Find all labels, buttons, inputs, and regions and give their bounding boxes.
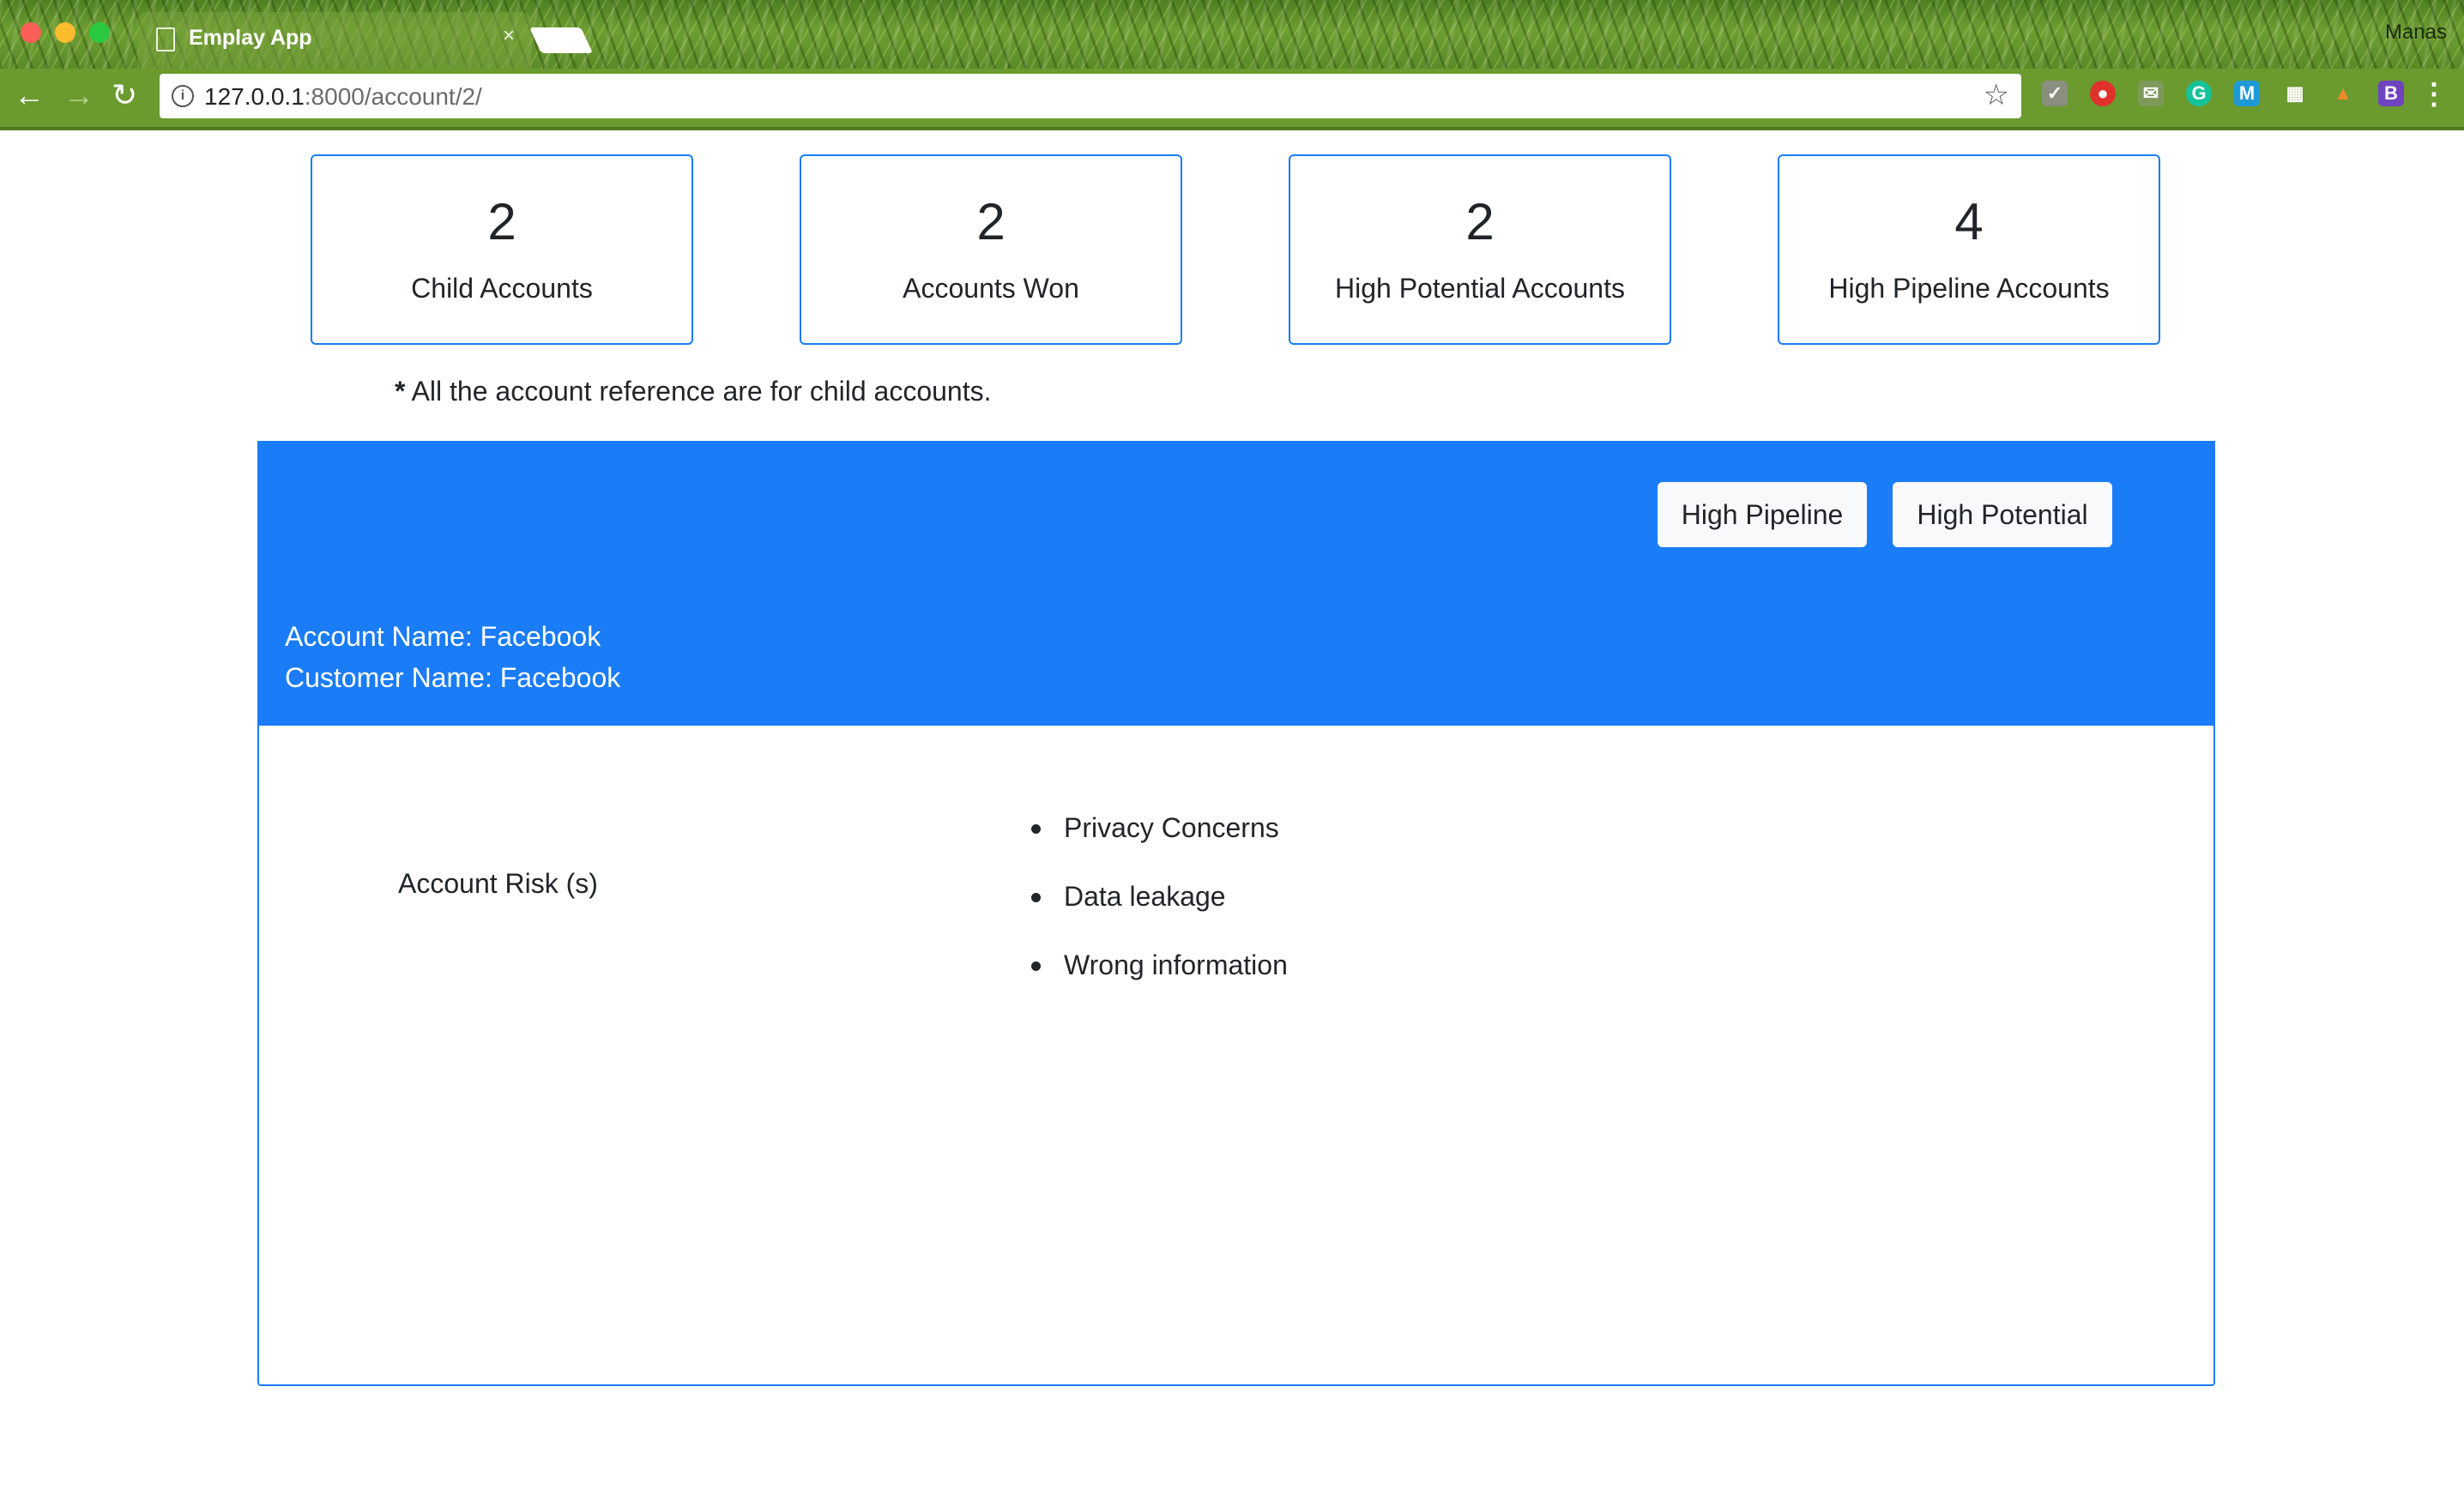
account-risk-label: Account Risk (s) [398, 868, 598, 899]
customer-name: Customer Name: Facebook [285, 662, 621, 693]
stat-label: High Pipeline Accounts [1828, 273, 2110, 304]
back-arrow-icon[interactable]: ← [14, 77, 45, 113]
risk-item: Privacy Concerns [1031, 811, 1288, 880]
stat-card-high-pipeline: 4 High Pipeline Accounts [1778, 154, 2160, 345]
stat-card-high-potential: 2 High Potential Accounts [1289, 154, 1671, 345]
browser-toolbar: ← → ↻ i 127.0.0.1:8000/account/2/ ☆ ✓ ● … [0, 69, 2464, 130]
grammarly-icon[interactable]: G [2186, 81, 2212, 106]
close-tab-icon[interactable]: × [503, 24, 515, 48]
high-pipeline-button[interactable]: High Pipeline [1658, 482, 1867, 547]
fox-icon[interactable]: ▲ [2330, 81, 2356, 106]
child-accounts-note: * All the account reference are for chil… [395, 376, 992, 407]
note-text: All the account reference are for child … [405, 376, 992, 407]
stat-card-accounts-won: 2 Accounts Won [800, 154, 1182, 345]
stat-label: High Potential Accounts [1335, 273, 1625, 304]
account-name: Account Name: Facebook [285, 621, 601, 652]
account-risk-panel: Account Risk (s) Privacy Concerns Data l… [257, 726, 2215, 1386]
address-bar[interactable]: i 127.0.0.1:8000/account/2/ ☆ [160, 74, 2021, 118]
mail-icon[interactable]: ✉ [2138, 81, 2164, 106]
profile-name[interactable]: Manas [2385, 21, 2447, 45]
document-icon [156, 27, 175, 51]
url-path: :8000/account/2/ [304, 83, 482, 110]
account-header: High Pipeline High Potential Account Nam… [257, 441, 2215, 727]
risk-list: Privacy Concerns Data leakage Wrong info… [1031, 811, 1288, 1017]
note-asterisk: * [395, 376, 406, 407]
browser-tab[interactable]: Emplay App × [137, 12, 532, 69]
stat-label: Child Accounts [411, 273, 593, 304]
url-text[interactable]: 127.0.0.1:8000/account/2/ [204, 83, 482, 111]
ublock-icon[interactable]: ● [2090, 81, 2116, 106]
info-icon[interactable]: i [172, 85, 194, 107]
pocket-icon[interactable]: ✓ [2042, 81, 2068, 106]
stat-value: 4 [1954, 193, 1984, 250]
stat-label: Accounts Won [903, 273, 1079, 304]
maximize-window-button[interactable] [89, 22, 110, 43]
forward-arrow-icon[interactable]: → [63, 77, 94, 113]
high-potential-button[interactable]: High Potential [1893, 482, 2112, 547]
url-host: 127.0.0.1 [204, 83, 305, 110]
reload-icon[interactable]: ↻ [112, 77, 137, 113]
stat-card-child-accounts: 2 Child Accounts [311, 154, 693, 345]
stat-value: 2 [1465, 193, 1495, 250]
bootstrap-icon[interactable]: B [2378, 81, 2404, 106]
risk-item: Data leakage [1031, 880, 1288, 949]
m-icon[interactable]: M [2234, 81, 2260, 106]
stat-value: 2 [976, 193, 1006, 250]
browser-titlebar: Emplay App × Manas [0, 0, 2464, 69]
browser-menu-icon[interactable]: ⋮ [2419, 77, 2449, 112]
new-tab-button[interactable] [529, 27, 593, 53]
stat-value: 2 [487, 193, 516, 250]
bookmark-star-icon[interactable]: ☆ [1984, 78, 2009, 112]
tab-title: Emplay App [189, 26, 312, 50]
minimize-window-button[interactable] [55, 22, 75, 43]
close-window-button[interactable] [21, 22, 41, 43]
risk-item: Wrong information [1031, 949, 1288, 1017]
apps-grid-icon[interactable]: ▦ [2282, 81, 2308, 106]
